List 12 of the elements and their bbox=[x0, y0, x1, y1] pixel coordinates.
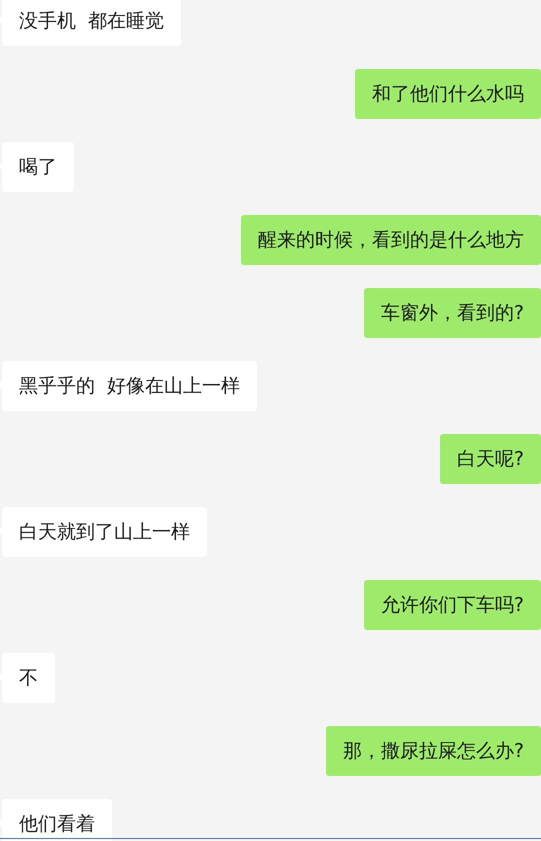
message-bubble: 喝了 bbox=[2, 142, 74, 192]
message-bubble: 他们看着 bbox=[2, 799, 112, 841]
message-bubble: 不 bbox=[2, 653, 55, 703]
message-bubble: 醒来的时候，看到的是什么地方 bbox=[241, 215, 541, 265]
message-bubble: 没手机 都在睡觉 bbox=[2, 0, 182, 46]
message-bubble: 车窗外，看到的? bbox=[364, 288, 541, 338]
message-bubble: 和了他们什么水吗 bbox=[355, 69, 541, 119]
message-bubble: 允许你们下车吗? bbox=[364, 580, 541, 630]
message-bubble: 白天呢? bbox=[440, 434, 541, 484]
message-bubble: 白天就到了山上一样 bbox=[2, 507, 207, 557]
message-bubble: 那，撒尿拉屎怎么办? bbox=[326, 726, 541, 776]
message-bubble: 黑乎乎的 好像在山上一样 bbox=[2, 361, 258, 411]
